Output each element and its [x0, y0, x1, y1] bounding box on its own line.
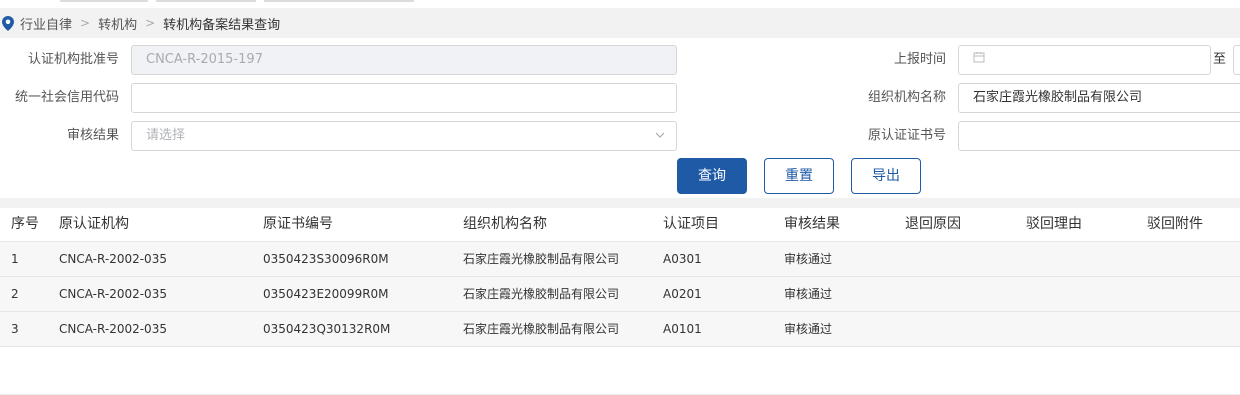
top-tab[interactable]	[264, 0, 414, 2]
export-button[interactable]: 导出	[851, 158, 921, 194]
cert-approval-no-input[interactable]: CNCA-R-2015-197	[131, 45, 677, 75]
audit-result-placeholder: 请选择	[146, 128, 186, 143]
section-divider	[0, 198, 1240, 208]
column-header: 认证项目	[663, 216, 719, 232]
table-cell: 石家庄霞光橡胶制品有限公司	[463, 287, 620, 301]
audit-result-label: 审核结果	[66, 128, 119, 143]
table-cell: A0201	[663, 287, 702, 301]
table-cell: 审核通过	[784, 252, 833, 266]
column-header: 原证书编号	[263, 216, 333, 232]
report-time-start-input[interactable]	[958, 45, 1211, 75]
report-time-label: 上报时间	[893, 52, 946, 67]
table-cell: 石家庄霞光橡胶制品有限公司	[463, 322, 620, 336]
org-name-label: 组织机构名称	[867, 90, 946, 105]
column-header: 组织机构名称	[463, 216, 547, 232]
table-cell: 审核通过	[784, 287, 833, 301]
table-cell: 1	[11, 252, 19, 266]
top-tab-strip	[0, 0, 1240, 8]
orig-cert-no-input[interactable]	[958, 121, 1240, 151]
table-cell: CNCA-R-2002-035	[59, 252, 167, 266]
table-row[interactable]: 2 CNCA-R-2002-035 0350423E20099R0M 石家庄霞光…	[0, 277, 1240, 312]
top-tab[interactable]	[60, 0, 148, 2]
table-header: 序号 原认证机构 原证书编号 组织机构名称 认证项目 审核结果 退回原因 驳回理…	[0, 208, 1240, 242]
credit-code-input[interactable]	[131, 83, 677, 113]
table-cell: CNCA-R-2002-035	[59, 322, 167, 336]
credit-code-label: 统一社会信用代码	[14, 90, 119, 105]
table-cell: A0101	[663, 322, 702, 336]
org-name-input[interactable]: 石家庄霞光橡胶制品有限公司	[958, 83, 1240, 113]
table-row[interactable]: 1 CNCA-R-2002-035 0350423S30096R0M 石家庄霞光…	[0, 242, 1240, 277]
breadcrumb-item[interactable]: 行业自律	[20, 14, 72, 33]
audit-result-select[interactable]: 请选择	[131, 121, 677, 151]
query-button[interactable]: 查询	[677, 158, 747, 194]
table-cell: 3	[11, 322, 19, 336]
chevron-right-icon: >	[80, 16, 91, 30]
results-table: 序号 原认证机构 原证书编号 组织机构名称 认证项目 审核结果 退回原因 驳回理…	[0, 208, 1240, 347]
column-header: 序号	[11, 216, 39, 232]
calendar-icon	[973, 46, 985, 74]
cert-approval-no-label: 认证机构批准号	[27, 52, 119, 67]
table-cell: CNCA-R-2002-035	[59, 287, 167, 301]
table-cell: A0301	[663, 252, 702, 266]
top-tab[interactable]	[156, 0, 256, 2]
column-header: 驳回附件	[1147, 216, 1203, 232]
column-header: 审核结果	[784, 216, 840, 232]
breadcrumb-item[interactable]: 转机构	[98, 14, 137, 33]
column-header: 驳回理由	[1026, 216, 1082, 232]
breadcrumb: 行业自律 > 转机构 > 转机构备案结果查询	[0, 8, 1240, 38]
report-time-to-label: 至	[1213, 52, 1227, 67]
table-row[interactable]: 3 CNCA-R-2002-035 0350423Q30132R0M 石家庄霞光…	[0, 312, 1240, 347]
reset-button[interactable]: 重置	[764, 158, 834, 194]
column-header: 原认证机构	[59, 216, 129, 232]
table-cell: 0350423S30096R0M	[263, 252, 389, 266]
breadcrumb-current: 转机构备案结果查询	[163, 17, 281, 33]
table-cell: 审核通过	[784, 322, 833, 336]
table-cell: 0350423E20099R0M	[263, 287, 389, 301]
chevron-down-icon	[654, 122, 666, 150]
report-time-end-input[interactable]	[1233, 45, 1240, 75]
table-cell: 0350423Q30132R0M	[263, 322, 391, 336]
orig-cert-no-label: 原认证证书号	[867, 128, 946, 143]
table-cell: 2	[11, 287, 19, 301]
table-cell: 石家庄霞光橡胶制品有限公司	[463, 252, 620, 266]
map-pin-icon	[2, 15, 14, 31]
column-header: 退回原因	[905, 216, 961, 232]
chevron-right-icon: >	[145, 16, 156, 30]
